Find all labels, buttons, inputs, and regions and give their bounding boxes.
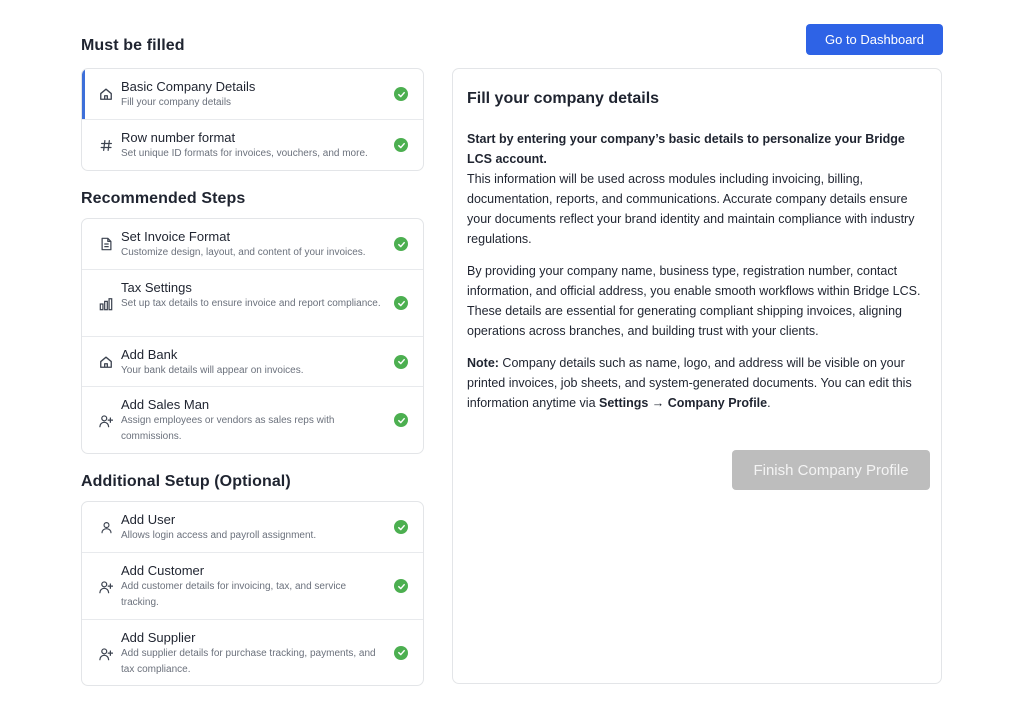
step-title: Tax Settings	[121, 280, 192, 295]
note-paragraph: Note: Company details such as name, logo…	[467, 353, 931, 413]
additional-setup-card: Add User Allows login access and payroll…	[81, 501, 424, 686]
step-title: Basic Company Details	[121, 79, 256, 94]
bank-icon	[98, 354, 114, 370]
panel-title: Fill your company details	[467, 90, 660, 107]
step-description: Customize design, layout, and content of…	[121, 247, 366, 258]
finish-company-profile-button[interactable]: Finish Company Profile	[732, 450, 930, 490]
panel-body: Start by entering your company’s basic d…	[467, 129, 931, 425]
step-title: Add Customer	[121, 563, 205, 578]
step-description: Set up tax details to ensure invoice and…	[121, 298, 381, 309]
document-icon	[98, 236, 114, 252]
step-title: Add Sales Man	[121, 397, 210, 412]
step-title: Set Invoice Format	[121, 229, 231, 244]
step-add-user[interactable]: Add User Allows login access and payroll…	[82, 502, 423, 552]
go-to-dashboard-button[interactable]: Go to Dashboard	[806, 24, 943, 55]
section-title-additional-setup: Additional Setup (Optional)	[81, 473, 291, 490]
check-circle-icon	[394, 296, 408, 310]
step-row-number-format[interactable]: Row number format Set unique ID formats …	[82, 119, 423, 170]
section-title-recommended-steps: Recommended Steps	[81, 190, 246, 207]
details-paragraph: By providing your company name, business…	[467, 264, 921, 338]
bar-chart-icon	[98, 296, 114, 312]
step-description: Add customer details for invoicing, tax,…	[121, 581, 347, 608]
settings-path: Settings → Company Profile	[599, 396, 768, 410]
step-add-sales-man[interactable]: Add Sales Man Assign employees or vendor…	[82, 386, 423, 453]
step-title: Row number format	[121, 130, 236, 145]
note-end: .	[767, 396, 771, 410]
check-circle-icon	[394, 237, 408, 251]
user-icon	[98, 519, 114, 535]
check-circle-icon	[394, 645, 408, 660]
step-title: Add Supplier	[121, 630, 196, 645]
intro-text: This information will be used across mod…	[467, 172, 915, 246]
note-label: Note:	[467, 356, 499, 370]
user-add-icon	[98, 413, 114, 429]
home-icon	[98, 86, 114, 102]
step-add-bank[interactable]: Add Bank Your bank details will appear o…	[82, 336, 423, 386]
check-circle-icon	[394, 138, 408, 152]
check-circle-icon	[394, 354, 408, 369]
recommended-steps-card: Set Invoice Format Customize design, lay…	[81, 218, 424, 454]
step-set-invoice-format[interactable]: Set Invoice Format Customize design, lay…	[82, 219, 423, 269]
check-circle-icon	[394, 579, 408, 593]
company-details-panel: Fill your company details Start by enter…	[452, 68, 942, 684]
check-circle-icon	[394, 520, 408, 534]
step-title: Add Bank	[121, 347, 178, 362]
section-title-must-be-filled: Must be filled	[81, 37, 185, 54]
step-tax-settings[interactable]: Tax Settings Set up tax details to ensur…	[82, 269, 423, 336]
check-circle-icon	[394, 413, 408, 427]
check-circle-icon	[394, 87, 408, 101]
intro-paragraph: Start by entering your company’s basic d…	[467, 129, 931, 249]
step-basic-company-details[interactable]: Basic Company Details Fill your company …	[82, 69, 423, 119]
step-description: Allows login access and payroll assignme…	[121, 530, 317, 541]
step-description: Set unique ID formats for invoices, vouc…	[121, 148, 368, 159]
hash-icon	[98, 137, 114, 153]
must-be-filled-card: Basic Company Details Fill your company …	[81, 68, 424, 171]
step-add-customer[interactable]: Add Customer Add customer details for in…	[82, 552, 423, 619]
intro-bold-text: Start by entering your company’s basic d…	[467, 132, 905, 166]
step-add-supplier[interactable]: Add Supplier Add supplier details for pu…	[82, 619, 423, 685]
step-description: Fill your company details	[121, 97, 232, 108]
step-description: Assign employees or vendors as sales rep…	[121, 415, 335, 442]
step-description: Your bank details will appear on invoice…	[121, 365, 304, 376]
user-add-icon	[98, 579, 114, 595]
user-add-icon	[98, 646, 114, 662]
step-title: Add User	[121, 512, 176, 527]
step-description: Add supplier details for purchase tracki…	[121, 648, 376, 675]
